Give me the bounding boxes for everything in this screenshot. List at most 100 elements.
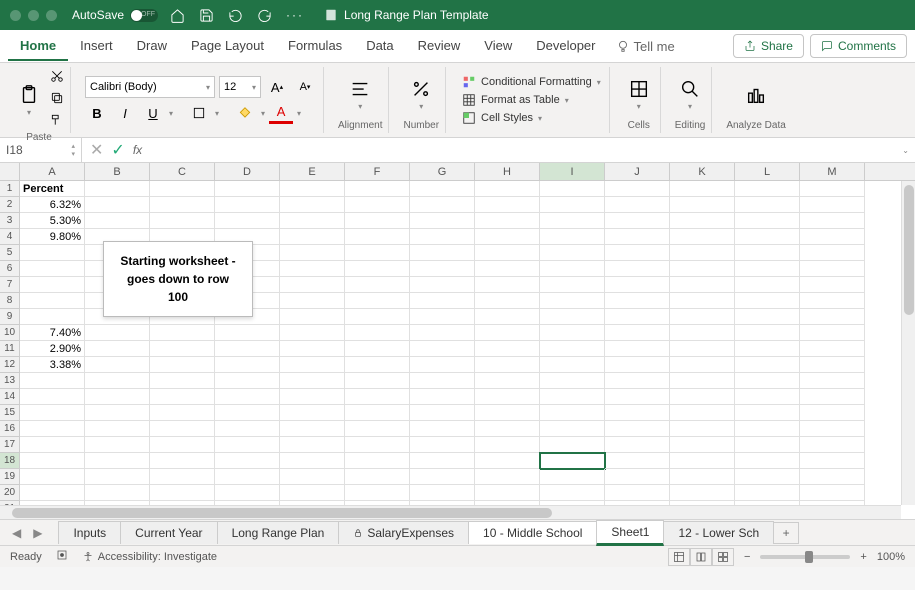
tab-page-layout[interactable]: Page Layout bbox=[179, 32, 276, 61]
toggle-switch-icon[interactable]: OFF bbox=[130, 9, 158, 22]
cell[interactable] bbox=[475, 469, 540, 485]
row-header-9[interactable]: 9 bbox=[0, 309, 20, 325]
cell[interactable] bbox=[150, 213, 215, 229]
cell[interactable] bbox=[540, 229, 605, 245]
cell[interactable] bbox=[540, 421, 605, 437]
cell[interactable] bbox=[540, 485, 605, 501]
cell[interactable] bbox=[280, 453, 345, 469]
cell[interactable] bbox=[410, 309, 475, 325]
vertical-scrollbar[interactable] bbox=[901, 181, 915, 505]
cell[interactable] bbox=[540, 469, 605, 485]
more-icon[interactable]: ··· bbox=[286, 8, 304, 22]
cell[interactable] bbox=[670, 245, 735, 261]
analyze-data-button[interactable] bbox=[741, 82, 771, 108]
cell[interactable] bbox=[345, 437, 410, 453]
cell[interactable] bbox=[800, 309, 865, 325]
tab-data[interactable]: Data bbox=[354, 32, 405, 61]
cell[interactable] bbox=[215, 325, 280, 341]
cell[interactable] bbox=[605, 213, 670, 229]
cell[interactable] bbox=[410, 245, 475, 261]
cell[interactable] bbox=[605, 245, 670, 261]
cell[interactable] bbox=[475, 261, 540, 277]
cell[interactable] bbox=[670, 181, 735, 197]
zoom-handle[interactable] bbox=[805, 551, 813, 563]
cell[interactable] bbox=[280, 405, 345, 421]
autosave-toggle[interactable]: AutoSave OFF bbox=[72, 8, 158, 22]
name-box[interactable]: I18 ▴▾ bbox=[0, 138, 82, 162]
font-name-select[interactable]: Calibri (Body)▾ bbox=[85, 76, 215, 98]
cell[interactable] bbox=[540, 373, 605, 389]
col-header-L[interactable]: L bbox=[735, 163, 800, 180]
home-icon[interactable] bbox=[170, 8, 185, 23]
cell[interactable] bbox=[20, 421, 85, 437]
cell[interactable] bbox=[540, 245, 605, 261]
cell[interactable] bbox=[280, 277, 345, 293]
cell[interactable] bbox=[670, 469, 735, 485]
cell[interactable] bbox=[410, 293, 475, 309]
cell[interactable] bbox=[735, 453, 800, 469]
cell[interactable] bbox=[670, 261, 735, 277]
row-header-13[interactable]: 13 bbox=[0, 373, 20, 389]
row-header-19[interactable]: 19 bbox=[0, 469, 20, 485]
cell[interactable] bbox=[605, 293, 670, 309]
cell[interactable] bbox=[540, 405, 605, 421]
cell[interactable] bbox=[475, 389, 540, 405]
sheet-tab-inputs[interactable]: Inputs bbox=[58, 521, 121, 544]
sheet-tab-middle-school[interactable]: 10 - Middle School bbox=[468, 521, 597, 544]
cell[interactable] bbox=[540, 293, 605, 309]
cell[interactable] bbox=[20, 373, 85, 389]
cell[interactable] bbox=[605, 357, 670, 373]
cell[interactable] bbox=[345, 309, 410, 325]
cell[interactable] bbox=[800, 293, 865, 309]
tab-formulas[interactable]: Formulas bbox=[276, 32, 354, 61]
cut-icon[interactable] bbox=[50, 69, 64, 88]
cell[interactable] bbox=[410, 197, 475, 213]
cell[interactable] bbox=[85, 325, 150, 341]
cell[interactable] bbox=[605, 373, 670, 389]
col-header-G[interactable]: G bbox=[410, 163, 475, 180]
maximize-window-icon[interactable] bbox=[46, 10, 57, 21]
cell[interactable] bbox=[800, 485, 865, 501]
cell[interactable] bbox=[280, 389, 345, 405]
font-size-select[interactable]: 12▾ bbox=[219, 76, 261, 98]
underline-button[interactable]: U bbox=[141, 102, 165, 124]
normal-view-icon[interactable] bbox=[668, 548, 690, 566]
cell[interactable] bbox=[540, 309, 605, 325]
cell[interactable] bbox=[345, 469, 410, 485]
cell[interactable] bbox=[150, 197, 215, 213]
window-controls[interactable] bbox=[10, 10, 57, 21]
row-header-11[interactable]: 11 bbox=[0, 341, 20, 357]
col-header-J[interactable]: J bbox=[605, 163, 670, 180]
cell[interactable] bbox=[670, 325, 735, 341]
row-header-14[interactable]: 14 bbox=[0, 389, 20, 405]
cell[interactable] bbox=[280, 469, 345, 485]
cell[interactable] bbox=[800, 437, 865, 453]
col-header-I[interactable]: I bbox=[540, 163, 605, 180]
cell[interactable] bbox=[735, 325, 800, 341]
cell[interactable] bbox=[85, 389, 150, 405]
sheet-nav-prev-icon[interactable]: ◀ bbox=[6, 526, 27, 540]
cell[interactable] bbox=[85, 453, 150, 469]
tab-view[interactable]: View bbox=[472, 32, 524, 61]
cell[interactable] bbox=[20, 453, 85, 469]
cell[interactable]: 2.90% bbox=[20, 341, 85, 357]
cell[interactable] bbox=[215, 389, 280, 405]
col-header-D[interactable]: D bbox=[215, 163, 280, 180]
cell[interactable] bbox=[475, 181, 540, 197]
cell[interactable] bbox=[670, 357, 735, 373]
cell[interactable] bbox=[215, 197, 280, 213]
cell[interactable] bbox=[605, 389, 670, 405]
cell[interactable] bbox=[605, 197, 670, 213]
cell[interactable] bbox=[280, 245, 345, 261]
save-icon[interactable] bbox=[199, 8, 214, 23]
cell[interactable] bbox=[85, 437, 150, 453]
row-header-3[interactable]: 3 bbox=[0, 213, 20, 229]
cell[interactable] bbox=[345, 405, 410, 421]
cell[interactable] bbox=[475, 485, 540, 501]
cell[interactable] bbox=[345, 245, 410, 261]
cell[interactable] bbox=[540, 437, 605, 453]
cell[interactable] bbox=[280, 261, 345, 277]
share-button[interactable]: Share bbox=[733, 34, 804, 58]
cell[interactable]: 9.80% bbox=[20, 229, 85, 245]
col-header-F[interactable]: F bbox=[345, 163, 410, 180]
